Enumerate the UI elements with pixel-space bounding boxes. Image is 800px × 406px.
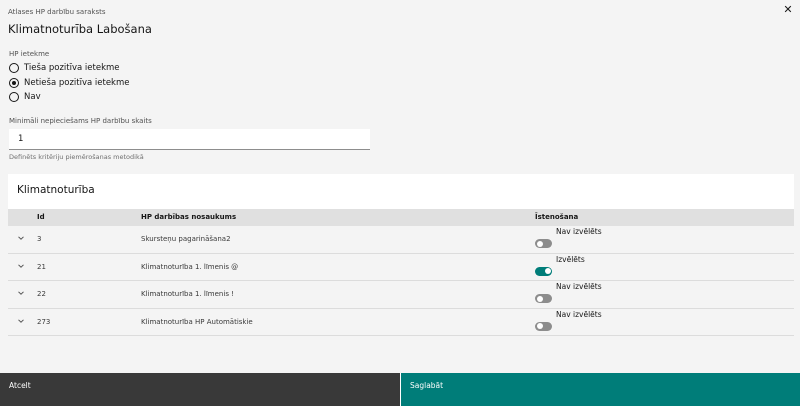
radio-none[interactable]: Nav [9, 90, 130, 105]
radio-label: Netieša pozitīva ietekme [24, 77, 130, 88]
toggle-label: Nav izvēlēts [556, 309, 602, 319]
modal-header: Atlases HP darbību saraksts Klimatnoturī… [8, 7, 800, 37]
implementation-toggle[interactable] [535, 266, 552, 276]
radio-circle-icon[interactable] [9, 63, 19, 74]
close-icon[interactable]: ✕ [782, 4, 794, 16]
toggle-label: Nav izvēlēts [556, 227, 602, 236]
row-name: Klimatnoturība 1. līmenis ! [141, 290, 234, 298]
impact-radio-group: Tieša pozitīva ietekme Netieša pozitīva … [9, 61, 130, 105]
table-row: 273 Klimatnoturība HP Automātiskie Nav i… [8, 308, 794, 336]
toggle-label: Izvēlēts [556, 254, 585, 264]
column-header-name[interactable]: HP darbības nosaukums [141, 209, 236, 226]
row-id: 3 [37, 235, 42, 243]
radio-circle-selected-icon[interactable] [9, 77, 19, 88]
implementation-toggle[interactable] [535, 294, 552, 303]
min-count-label: Minimāli nepieciešams HP darbību skaits [9, 117, 152, 125]
column-header-id[interactable]: Id [37, 209, 45, 226]
radio-circle-icon[interactable] [9, 92, 19, 103]
chevron-down-icon[interactable] [15, 287, 27, 299]
chevron-down-icon[interactable] [15, 260, 27, 272]
cancel-button[interactable]: Atcelt [0, 373, 400, 406]
modal-subtitle: Atlases HP darbību saraksts [8, 8, 106, 16]
chevron-down-icon[interactable] [15, 315, 27, 327]
table-row: 21 Klimatnoturība 1. līmenis @ Izvēlēts [8, 253, 794, 281]
row-id: 273 [37, 317, 51, 326]
min-count-input[interactable] [9, 129, 370, 150]
save-button[interactable]: Saglabāt [400, 373, 800, 406]
modal-title: Klimatnoturība Labošana [8, 22, 152, 36]
row-id: 22 [37, 290, 46, 298]
table-row: 22 Klimatnoturība 1. līmenis ! Nav izvēl… [8, 281, 794, 309]
impact-label: HP ietekme [9, 50, 50, 58]
column-header-status[interactable]: Īstenošana [535, 209, 578, 226]
table-header: Id HP darbības nosaukums Īstenošana [8, 209, 794, 226]
modal-footer: Atcelt Saglabāt [0, 373, 800, 406]
chevron-down-icon[interactable] [15, 232, 27, 244]
row-name: Skursteņu pagarināšana2 [141, 235, 231, 243]
row-name: Klimatnoturība HP Automātiskie [141, 317, 253, 326]
table-row: 3 Skursteņu pagarināšana2 Nav izvēlēts [8, 226, 794, 254]
row-name: Klimatnoturība 1. līmenis @ [141, 262, 239, 271]
radio-label: Nav [24, 92, 41, 103]
table-title: Klimatnoturība [17, 184, 95, 196]
radio-direct-positive[interactable]: Tieša pozitīva ietekme [9, 61, 130, 76]
min-count-helper: Definēts kritēriju piemērošanas metodikā [9, 153, 144, 161]
implementation-toggle[interactable] [535, 239, 552, 248]
radio-indirect-positive[interactable]: Netieša pozitīva ietekme [9, 76, 130, 91]
toggle-label: Nav izvēlēts [556, 282, 602, 291]
radio-label: Tieša pozitīva ietekme [24, 63, 120, 74]
implementation-toggle[interactable] [535, 321, 552, 331]
row-id: 21 [37, 262, 46, 271]
actions-table-panel: Klimatnoturība Id HP darbības nosaukums … [8, 174, 794, 336]
